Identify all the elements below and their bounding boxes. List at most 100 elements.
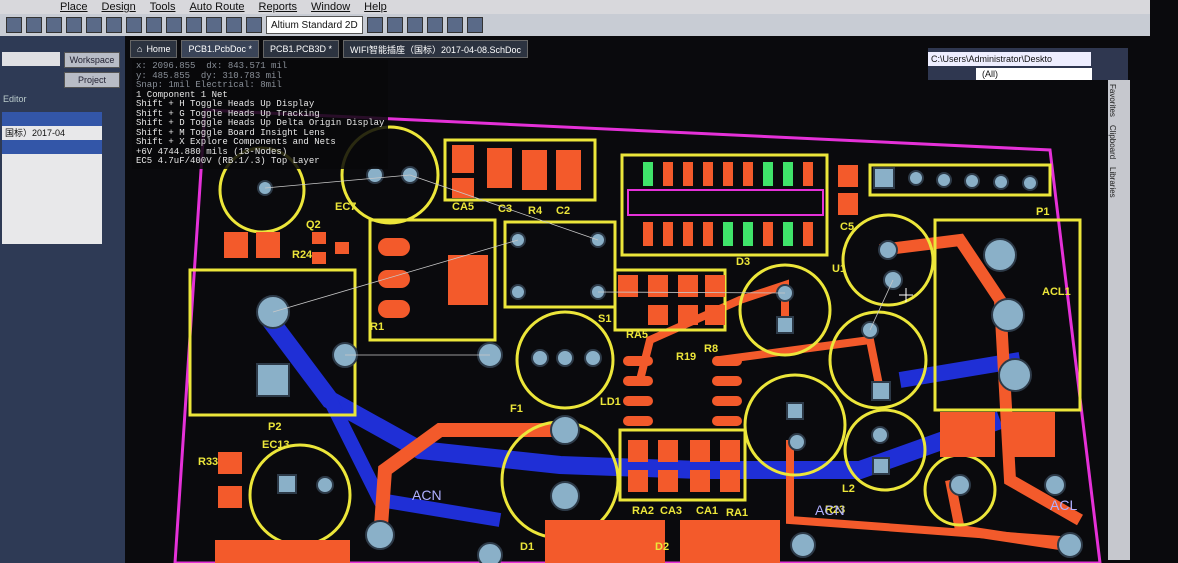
smd-pad: [545, 520, 665, 563]
designator: D1: [520, 541, 534, 553]
designator: R4: [528, 205, 543, 217]
th-pad-square: [786, 402, 804, 420]
th-pad: [531, 349, 549, 367]
smd-pad: [556, 150, 581, 190]
smd-pad: [705, 275, 725, 297]
smd-pad: [312, 232, 326, 244]
smd-pad: [690, 440, 710, 462]
designator: R19: [676, 351, 696, 363]
smd-pad: [335, 242, 349, 254]
designator: D2: [655, 541, 669, 553]
smd-pad: [720, 470, 740, 492]
smd-pad: [838, 193, 858, 215]
sop-pad: [623, 416, 653, 426]
th-pad-square: [256, 363, 290, 397]
designator: Q2: [306, 219, 321, 231]
smd-pad: [224, 232, 248, 258]
designator: C2: [556, 205, 570, 217]
silk-circle: [248, 443, 352, 547]
designator: L2: [842, 483, 855, 495]
heads-up-display: x: 2096.855 dx: 843.571 mil y: 485.855 d…: [132, 60, 389, 169]
hud-dx: dx: 843.571 mil: [206, 61, 288, 71]
ic-pin: [763, 222, 773, 246]
hud-y: y: 485.855: [136, 70, 191, 81]
smd-pad: [1010, 412, 1055, 457]
top-track: [636, 279, 789, 381]
th-pad: [477, 542, 503, 563]
designator: RA2: [632, 505, 654, 517]
designator: CA1: [696, 505, 718, 517]
th-pad: [510, 284, 526, 300]
designator: R1: [370, 321, 384, 333]
sop-pad: [712, 416, 742, 426]
smd-pad: [690, 470, 710, 492]
th-pad: [1057, 532, 1083, 558]
th-pad: [949, 474, 971, 496]
designator: D3: [736, 256, 750, 268]
ic-pin: [803, 162, 813, 186]
ic-pin: [683, 222, 693, 246]
ic-pin-highlighted: [723, 222, 733, 246]
designator: C3: [498, 203, 512, 215]
ic-pin: [743, 162, 753, 186]
smd-pad: [487, 148, 512, 188]
sop-pad: [623, 376, 653, 386]
relay-pad: [378, 300, 410, 318]
th-pad: [871, 426, 889, 444]
ratsnest-line: [264, 174, 411, 189]
designator: EC7: [335, 201, 356, 213]
smd-pad: [678, 305, 698, 325]
smd-pad: [838, 165, 858, 187]
ic-pin: [663, 162, 673, 186]
designator: LD1: [600, 396, 621, 408]
designator: ACL1: [1042, 286, 1071, 298]
sop-pad: [712, 356, 742, 366]
ic-pin: [703, 162, 713, 186]
sop-pad: [712, 396, 742, 406]
smd-pad: [452, 178, 474, 198]
smd-pad: [522, 150, 547, 190]
th-pad-square: [776, 316, 794, 334]
th-pad: [1044, 474, 1066, 496]
ic-pin: [683, 162, 693, 186]
designator: CA5: [452, 201, 474, 213]
designator: P2: [268, 421, 281, 433]
th-pad-square: [871, 381, 891, 401]
th-pad: [790, 532, 816, 558]
th-pad: [983, 238, 1017, 272]
th-pad: [788, 433, 806, 451]
smd-pad: [658, 470, 678, 492]
ic-body: [627, 189, 824, 216]
smd-pad: [940, 412, 995, 457]
designator: RA1: [726, 507, 748, 519]
th-pad: [365, 520, 395, 550]
designator: S1: [598, 313, 611, 325]
relay-pad: [378, 270, 410, 288]
smd-pad: [256, 232, 280, 258]
designator: R24: [292, 249, 313, 261]
smd-pad: [678, 275, 698, 297]
designator: RA5: [626, 329, 648, 341]
th-pad: [998, 358, 1032, 392]
silk-circle: [743, 373, 847, 477]
th-pad: [1022, 175, 1038, 191]
designator: F1: [510, 403, 523, 415]
th-pad-square: [873, 167, 895, 189]
ic-pin: [663, 222, 673, 246]
th-pad: [964, 173, 980, 189]
ic-pin-highlighted: [783, 222, 793, 246]
smd-pad: [648, 275, 668, 297]
smd-pad: [648, 305, 668, 325]
ic-pin: [803, 222, 813, 246]
net-label: ACN: [815, 502, 845, 518]
smd-pad: [448, 255, 488, 305]
th-pad: [316, 476, 334, 494]
th-pad: [936, 172, 952, 188]
relay-pad: [378, 238, 410, 256]
smd-pad: [658, 440, 678, 462]
ic-pin-highlighted: [783, 162, 793, 186]
th-pad-square: [872, 457, 890, 475]
top-track: [719, 335, 884, 391]
smd-pad: [680, 520, 780, 563]
smd-pad: [618, 275, 638, 297]
